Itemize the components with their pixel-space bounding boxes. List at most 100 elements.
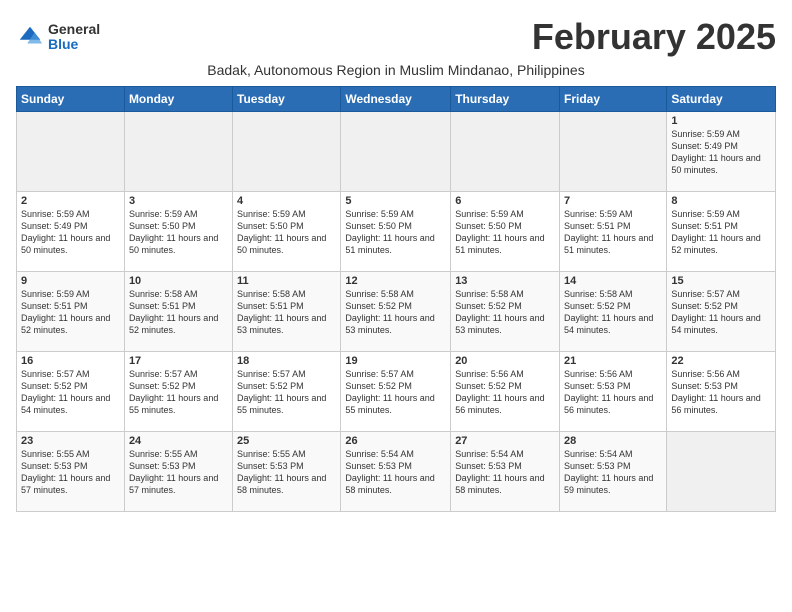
day-number: 22: [671, 355, 771, 367]
day-number: 17: [129, 355, 228, 367]
day-number: 24: [129, 435, 228, 447]
calendar-cell: [124, 112, 232, 192]
calendar-cell: 24Sunrise: 5:55 AM Sunset: 5:53 PM Dayli…: [124, 432, 232, 512]
day-number: 23: [21, 435, 120, 447]
calendar-cell: 13Sunrise: 5:58 AM Sunset: 5:52 PM Dayli…: [451, 272, 560, 352]
calendar-cell: 26Sunrise: 5:54 AM Sunset: 5:53 PM Dayli…: [341, 432, 451, 512]
day-info: Sunrise: 5:58 AM Sunset: 5:51 PM Dayligh…: [237, 288, 336, 337]
day-info: Sunrise: 5:58 AM Sunset: 5:52 PM Dayligh…: [345, 288, 446, 337]
calendar-cell: 11Sunrise: 5:58 AM Sunset: 5:51 PM Dayli…: [233, 272, 341, 352]
day-number: 14: [564, 275, 662, 287]
day-number: 18: [237, 355, 336, 367]
day-number: 2: [21, 195, 120, 207]
calendar-cell: 3Sunrise: 5:59 AM Sunset: 5:50 PM Daylig…: [124, 192, 232, 272]
calendar-subtitle: Badak, Autonomous Region in Muslim Minda…: [16, 62, 776, 78]
header-thursday: Thursday: [451, 87, 560, 112]
header-monday: Monday: [124, 87, 232, 112]
calendar-cell: [667, 432, 776, 512]
logo-text: General Blue: [48, 22, 100, 53]
calendar-cell: 21Sunrise: 5:56 AM Sunset: 5:53 PM Dayli…: [560, 352, 667, 432]
calendar-cell: 17Sunrise: 5:57 AM Sunset: 5:52 PM Dayli…: [124, 352, 232, 432]
calendar-week-2: 2Sunrise: 5:59 AM Sunset: 5:49 PM Daylig…: [17, 192, 776, 272]
day-number: 27: [455, 435, 555, 447]
calendar-cell: 6Sunrise: 5:59 AM Sunset: 5:50 PM Daylig…: [451, 192, 560, 272]
day-info: Sunrise: 5:59 AM Sunset: 5:49 PM Dayligh…: [21, 208, 120, 257]
calendar-cell: [17, 112, 125, 192]
day-info: Sunrise: 5:58 AM Sunset: 5:52 PM Dayligh…: [455, 288, 555, 337]
calendar-week-3: 9Sunrise: 5:59 AM Sunset: 5:51 PM Daylig…: [17, 272, 776, 352]
day-number: 10: [129, 275, 228, 287]
calendar-cell: 7Sunrise: 5:59 AM Sunset: 5:51 PM Daylig…: [560, 192, 667, 272]
day-number: 19: [345, 355, 446, 367]
day-number: 5: [345, 195, 446, 207]
calendar-cell: [341, 112, 451, 192]
calendar-cell: 23Sunrise: 5:55 AM Sunset: 5:53 PM Dayli…: [17, 432, 125, 512]
calendar-cell: 10Sunrise: 5:58 AM Sunset: 5:51 PM Dayli…: [124, 272, 232, 352]
month-title: February 2025: [532, 16, 776, 58]
day-number: 9: [21, 275, 120, 287]
day-info: Sunrise: 5:55 AM Sunset: 5:53 PM Dayligh…: [21, 448, 120, 497]
logo: General Blue: [16, 22, 100, 53]
logo-icon: [16, 23, 44, 51]
day-info: Sunrise: 5:57 AM Sunset: 5:52 PM Dayligh…: [671, 288, 771, 337]
day-info: Sunrise: 5:59 AM Sunset: 5:50 PM Dayligh…: [237, 208, 336, 257]
day-number: 20: [455, 355, 555, 367]
calendar-cell: 15Sunrise: 5:57 AM Sunset: 5:52 PM Dayli…: [667, 272, 776, 352]
calendar-week-1: 1Sunrise: 5:59 AM Sunset: 5:49 PM Daylig…: [17, 112, 776, 192]
logo-general-text: General: [48, 22, 100, 37]
header: General Blue February 2025: [16, 16, 776, 58]
header-wednesday: Wednesday: [341, 87, 451, 112]
day-number: 28: [564, 435, 662, 447]
day-info: Sunrise: 5:56 AM Sunset: 5:53 PM Dayligh…: [671, 368, 771, 417]
calendar-cell: 1Sunrise: 5:59 AM Sunset: 5:49 PM Daylig…: [667, 112, 776, 192]
day-info: Sunrise: 5:57 AM Sunset: 5:52 PM Dayligh…: [21, 368, 120, 417]
calendar-cell: 20Sunrise: 5:56 AM Sunset: 5:52 PM Dayli…: [451, 352, 560, 432]
day-number: 7: [564, 195, 662, 207]
calendar-cell: 4Sunrise: 5:59 AM Sunset: 5:50 PM Daylig…: [233, 192, 341, 272]
day-info: Sunrise: 5:59 AM Sunset: 5:51 PM Dayligh…: [564, 208, 662, 257]
calendar-cell: [560, 112, 667, 192]
day-info: Sunrise: 5:59 AM Sunset: 5:49 PM Dayligh…: [671, 128, 771, 177]
calendar-cell: 19Sunrise: 5:57 AM Sunset: 5:52 PM Dayli…: [341, 352, 451, 432]
calendar-cell: 8Sunrise: 5:59 AM Sunset: 5:51 PM Daylig…: [667, 192, 776, 272]
calendar-cell: 27Sunrise: 5:54 AM Sunset: 5:53 PM Dayli…: [451, 432, 560, 512]
day-info: Sunrise: 5:56 AM Sunset: 5:53 PM Dayligh…: [564, 368, 662, 417]
calendar-week-5: 23Sunrise: 5:55 AM Sunset: 5:53 PM Dayli…: [17, 432, 776, 512]
calendar-cell: 25Sunrise: 5:55 AM Sunset: 5:53 PM Dayli…: [233, 432, 341, 512]
day-number: 4: [237, 195, 336, 207]
day-info: Sunrise: 5:54 AM Sunset: 5:53 PM Dayligh…: [564, 448, 662, 497]
calendar-cell: 18Sunrise: 5:57 AM Sunset: 5:52 PM Dayli…: [233, 352, 341, 432]
calendar-cell: [233, 112, 341, 192]
calendar-table: SundayMondayTuesdayWednesdayThursdayFrid…: [16, 86, 776, 512]
day-number: 3: [129, 195, 228, 207]
logo-blue-text: Blue: [48, 37, 100, 52]
calendar-cell: 2Sunrise: 5:59 AM Sunset: 5:49 PM Daylig…: [17, 192, 125, 272]
calendar-cell: 5Sunrise: 5:59 AM Sunset: 5:50 PM Daylig…: [341, 192, 451, 272]
day-info: Sunrise: 5:58 AM Sunset: 5:52 PM Dayligh…: [564, 288, 662, 337]
calendar-week-4: 16Sunrise: 5:57 AM Sunset: 5:52 PM Dayli…: [17, 352, 776, 432]
header-tuesday: Tuesday: [233, 87, 341, 112]
day-info: Sunrise: 5:54 AM Sunset: 5:53 PM Dayligh…: [345, 448, 446, 497]
day-info: Sunrise: 5:57 AM Sunset: 5:52 PM Dayligh…: [129, 368, 228, 417]
day-info: Sunrise: 5:59 AM Sunset: 5:50 PM Dayligh…: [345, 208, 446, 257]
day-number: 15: [671, 275, 771, 287]
day-number: 21: [564, 355, 662, 367]
calendar-cell: 14Sunrise: 5:58 AM Sunset: 5:52 PM Dayli…: [560, 272, 667, 352]
day-number: 1: [671, 115, 771, 127]
header-sunday: Sunday: [17, 87, 125, 112]
day-info: Sunrise: 5:59 AM Sunset: 5:51 PM Dayligh…: [671, 208, 771, 257]
day-info: Sunrise: 5:54 AM Sunset: 5:53 PM Dayligh…: [455, 448, 555, 497]
calendar-cell: 22Sunrise: 5:56 AM Sunset: 5:53 PM Dayli…: [667, 352, 776, 432]
day-number: 11: [237, 275, 336, 287]
calendar-cell: 28Sunrise: 5:54 AM Sunset: 5:53 PM Dayli…: [560, 432, 667, 512]
day-info: Sunrise: 5:59 AM Sunset: 5:51 PM Dayligh…: [21, 288, 120, 337]
day-number: 6: [455, 195, 555, 207]
day-number: 13: [455, 275, 555, 287]
calendar-cell: 9Sunrise: 5:59 AM Sunset: 5:51 PM Daylig…: [17, 272, 125, 352]
calendar-cell: 16Sunrise: 5:57 AM Sunset: 5:52 PM Dayli…: [17, 352, 125, 432]
header-saturday: Saturday: [667, 87, 776, 112]
day-info: Sunrise: 5:55 AM Sunset: 5:53 PM Dayligh…: [129, 448, 228, 497]
day-info: Sunrise: 5:59 AM Sunset: 5:50 PM Dayligh…: [129, 208, 228, 257]
day-number: 25: [237, 435, 336, 447]
day-number: 8: [671, 195, 771, 207]
